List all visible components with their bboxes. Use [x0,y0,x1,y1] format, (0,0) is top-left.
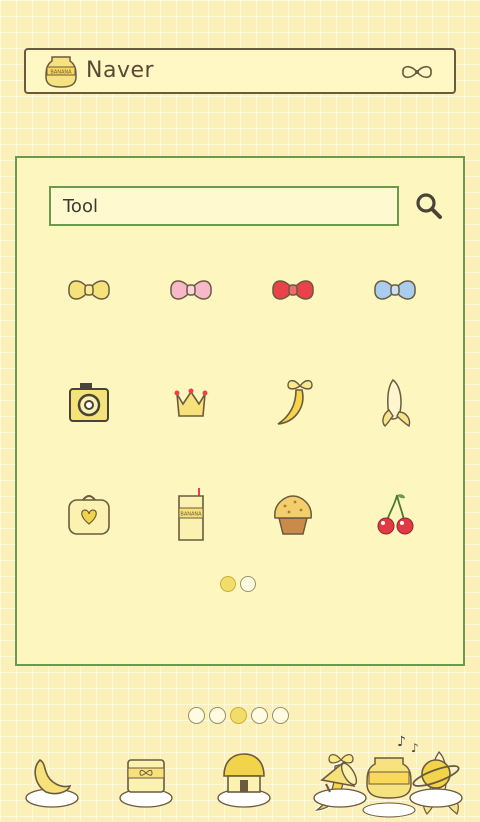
folder-name-text: Tool [63,196,98,217]
carton-brand-text: BANANA [180,512,202,518]
folder-page-indicator [220,576,256,592]
milk-carton-icon: BANANA [178,488,204,541]
home-page-dot[interactable] [272,707,289,724]
page-dot[interactable] [240,576,256,592]
bow-yellow-icon [68,280,110,300]
app-icon-peeled-banana[interactable] [339,346,451,458]
jar-brand-text: BANANA [50,70,72,76]
peeled-banana-icon [382,378,411,428]
megaphone-icon[interactable] [308,746,372,810]
app-icon-bow-yellow[interactable] [33,234,145,346]
muffin-icon [274,495,312,535]
banana-peel-icon[interactable] [20,746,84,810]
home-page-dot[interactable] [209,707,226,724]
folder-name-field[interactable]: Tool [49,186,399,226]
app-icon-bow-red[interactable] [237,234,349,346]
folder-panel: Tool BANANA ♪ ♪ [15,156,465,818]
crown-icon [174,388,208,417]
ribbon-bow-icon [402,65,432,79]
app-icon-muffin[interactable] [237,458,349,570]
bag-heart-icon [68,495,110,535]
app-icon-bow-blue[interactable] [339,234,451,346]
banana-bow-icon [277,379,313,425]
app-icon-milk-carton[interactable]: BANANA [135,458,247,570]
bow-pink-icon [170,280,212,300]
home-page-dot[interactable] [230,707,247,724]
widget-label: Naver [86,58,155,83]
home-page-dot[interactable] [188,707,205,724]
page-dot[interactable] [220,576,236,592]
home-page-indicator [188,707,289,724]
milk-box-icon[interactable] [114,746,178,810]
app-icon-crown[interactable] [135,346,247,458]
app-icon-bag-heart[interactable] [33,458,145,570]
planet-icon[interactable] [404,746,468,810]
banana-milk-jar-icon: BANANA [45,56,77,88]
bow-red-icon [272,280,314,300]
cherry-icon [377,494,414,535]
app-icon-cherry[interactable] [339,458,451,570]
bow-blue-icon [374,280,416,300]
search-widget[interactable]: BANANA Naver [24,48,456,94]
camera-icon [69,383,109,422]
app-icon-banana-bow[interactable] [237,346,349,458]
app-icon-bow-pink[interactable] [135,234,247,346]
house-icon[interactable] [212,746,276,810]
search-icon[interactable] [413,190,445,222]
app-icon-camera[interactable] [33,346,145,458]
home-page-dot[interactable] [251,707,268,724]
